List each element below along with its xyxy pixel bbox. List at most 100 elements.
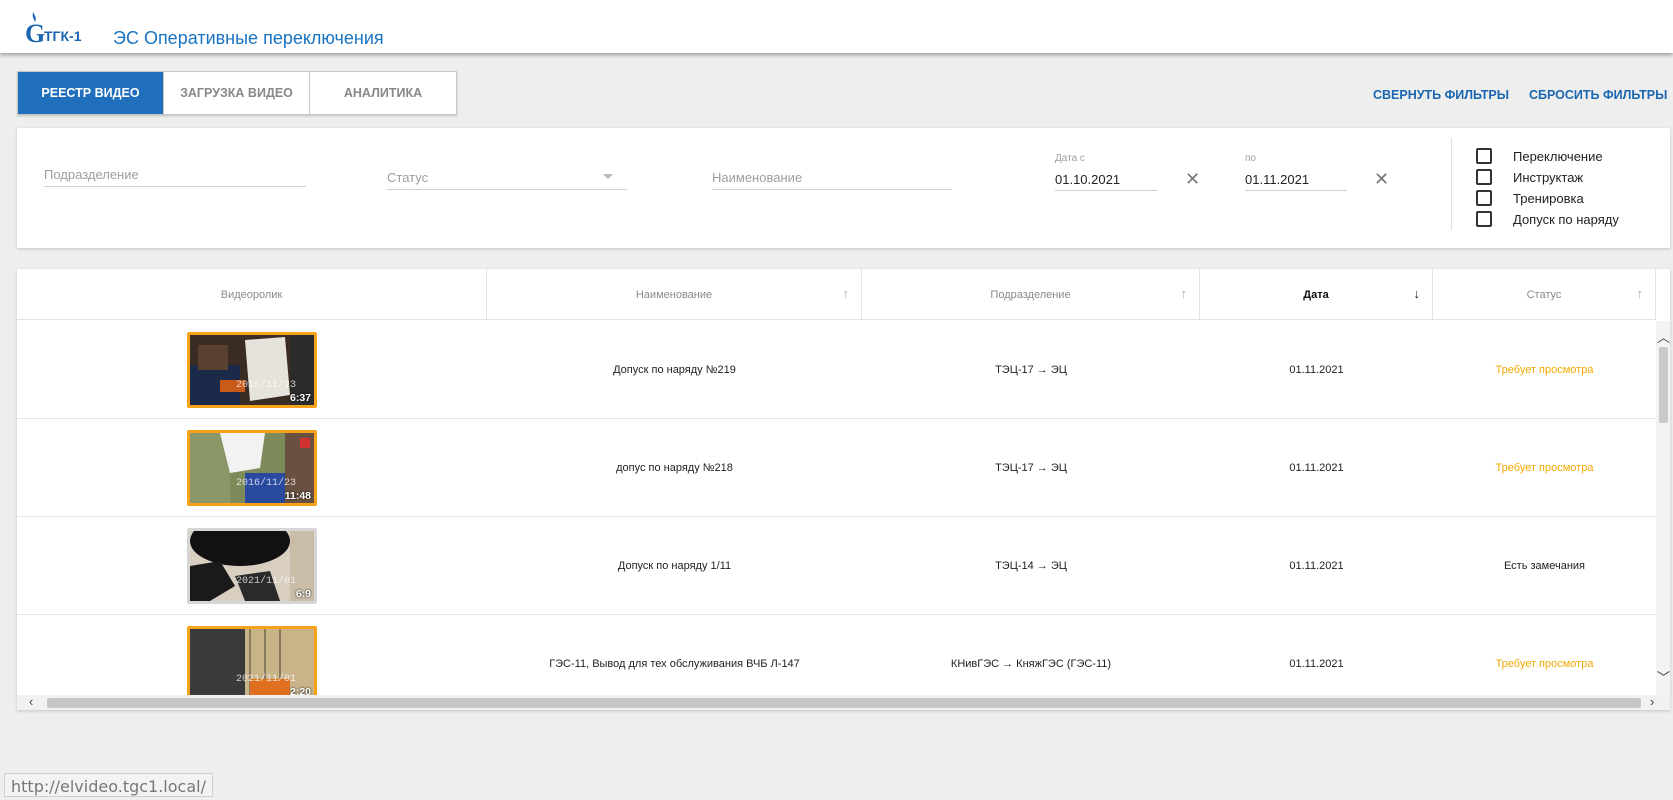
table-row[interactable]: 2021/11/01 2:20 ГЭС-11, Вывод для тех об… (17, 615, 1656, 695)
main-tabs: РЕЕСТР ВИДЕО ЗАГРУЗКА ВИДЕО АНАЛИТИКА (17, 71, 457, 115)
vertical-scrollbar[interactable]: ︿ ﹀ (1656, 321, 1670, 695)
date-to-field[interactable]: 01.11.2021 (1245, 167, 1347, 191)
scroll-right-icon[interactable]: › (1650, 695, 1654, 708)
table-header: Видеоролик Наименование ↑ Подразделение … (17, 269, 1656, 320)
video-timestamp: 2016/11/23 (235, 477, 296, 489)
column-header-subdivision[interactable]: Подразделение ↑ (862, 269, 1200, 320)
svg-text:ТГК-1: ТГК-1 (44, 28, 82, 44)
horizontal-scrollbar[interactable]: ‹ › (17, 695, 1670, 710)
checkbox[interactable] (1476, 211, 1492, 227)
scroll-up-icon[interactable]: ︿ (1657, 331, 1670, 344)
column-label: Подразделение (990, 288, 1071, 301)
status-cell: Есть замечания (1503, 559, 1586, 572)
column-header-date[interactable]: Дата ↓ (1200, 269, 1433, 320)
table-row[interactable]: 2016/11/23 6:37 Допуск по наряду №219 ТЭ… (17, 321, 1656, 419)
scroll-down-icon[interactable]: ﹀ (1657, 671, 1670, 684)
status-cell: Требует просмотра (1495, 461, 1594, 474)
tab-analytics[interactable]: АНАЛИТИКА (310, 72, 456, 114)
checkbox-label: Тренировка (1513, 190, 1584, 206)
video-cell: 2016/11/23 6:37 (17, 321, 487, 418)
video-timestamp: 2021/11/01 (235, 673, 296, 685)
clear-date-to-icon[interactable]: ✕ (1374, 170, 1389, 188)
date-to-label: по (1245, 153, 1256, 164)
video-thumbnail[interactable]: 2016/11/23 11:48 (187, 429, 317, 506)
name-filter[interactable]: Наименование (712, 166, 952, 190)
svg-text:G: G (25, 19, 45, 46)
date-from-label: Дата с (1055, 153, 1085, 164)
arrow-up-icon: ↑ (842, 286, 850, 301)
arrow-up-icon: ↑ (1636, 286, 1644, 301)
status-placeholder: Статус (387, 170, 429, 185)
date-cell: 01.11.2021 (1289, 657, 1344, 670)
subdivision-cell: ТЭЦ-14 → ЭЦ (995, 559, 1067, 572)
collapse-filters-button[interactable]: СВЕРНУТЬ ФИЛЬТРЫ (1373, 88, 1509, 102)
video-cell: 2021/11/01 2:20 (17, 615, 487, 695)
column-header-status[interactable]: Статус ↑ (1433, 269, 1656, 320)
chevron-down-icon (603, 174, 613, 179)
app-header: G ТГК-1 ЭС Оперативные переключения (0, 0, 1673, 53)
video-duration: 6:9 (295, 587, 311, 600)
checkbox-label: Переключение (1513, 148, 1603, 164)
video-timestamp: 2021/11/01 (235, 575, 296, 587)
subdivision-filter[interactable]: Подразделение (44, 163, 306, 187)
column-header-name[interactable]: Наименование ↑ (487, 269, 862, 320)
arrow-up-icon: ↑ (1180, 286, 1188, 301)
arrow-down-icon: ↓ (1413, 286, 1421, 301)
date-cell: 01.11.2021 (1289, 363, 1344, 376)
clear-date-from-icon[interactable]: ✕ (1185, 170, 1200, 188)
video-table: Видеоролик Наименование ↑ Подразделение … (17, 269, 1670, 710)
filter-panel: Подразделение Статус Наименование Дата с… (17, 128, 1670, 248)
type-filter-work-permit[interactable]: Допуск по наряду (1476, 211, 1619, 227)
filter-divider (1451, 138, 1452, 230)
scrollbar-thumb[interactable] (47, 698, 1641, 708)
table-body: 2016/11/23 6:37 Допуск по наряду №219 ТЭ… (17, 321, 1656, 695)
video-cell: 2021/11/01 6:9 (17, 517, 487, 614)
column-label: Статус (1526, 288, 1562, 301)
column-label: Видеоролик (220, 288, 283, 301)
status-cell: Требует просмотра (1495, 657, 1594, 670)
date-cell: 01.11.2021 (1289, 461, 1344, 474)
video-thumbnail[interactable]: 2016/11/23 6:37 (187, 331, 317, 408)
video-duration: 11:48 (284, 489, 311, 502)
video-duration: 6:37 (289, 391, 311, 404)
company-logo[interactable]: G ТГК-1 (24, 10, 84, 46)
app-title: ЭС Оперативные переключения (113, 28, 384, 48)
table-row[interactable]: 2016/11/23 11:48 допус по наряду №218 ТЭ… (17, 419, 1656, 517)
table-row[interactable]: 2021/11/01 6:9 Допуск по наряду 1/11 ТЭЦ… (17, 517, 1656, 615)
date-to-value: 01.11.2021 (1245, 172, 1310, 187)
date-from-field[interactable]: 01.10.2021 (1055, 167, 1157, 191)
type-filter-switching[interactable]: Переключение (1476, 148, 1603, 164)
type-filter-training[interactable]: Тренировка (1476, 190, 1584, 206)
tab-video-upload[interactable]: ЗАГРУЗКА ВИДЕО (164, 72, 310, 114)
checkbox[interactable] (1476, 190, 1492, 206)
video-thumbnail[interactable]: 2021/11/01 6:9 (187, 527, 317, 604)
type-filter-briefing[interactable]: Инструктаж (1476, 169, 1583, 185)
date-from-value: 01.10.2021 (1055, 172, 1121, 187)
status-cell: Требует просмотра (1495, 363, 1594, 376)
name-cell: Допуск по наряду 1/11 (617, 559, 732, 572)
subdivision-cell: КНивГЭС → КняжГЭС (ГЭС-11) (950, 657, 1112, 670)
video-duration: 2:20 (289, 685, 311, 696)
status-bar-url: http://elvideo.tgc1.local/ (4, 773, 213, 797)
reset-filters-button[interactable]: СБРОСИТЬ ФИЛЬТРЫ (1529, 88, 1667, 102)
video-thumbnail[interactable]: 2021/11/01 2:20 (187, 625, 317, 696)
video-cell: 2016/11/23 11:48 (17, 419, 487, 516)
status-filter[interactable]: Статус (387, 166, 627, 190)
name-cell: Допуск по наряду №219 (613, 363, 736, 376)
tab-video-registry[interactable]: РЕЕСТР ВИДЕО (18, 72, 164, 114)
checkbox-label: Инструктаж (1513, 169, 1584, 185)
name-placeholder: Наименование (712, 170, 803, 185)
name-cell: допус по наряду №218 (616, 461, 733, 474)
column-header-video[interactable]: Видеоролик (17, 269, 487, 320)
checkbox-label: Допуск по наряду (1513, 211, 1619, 227)
name-cell: ГЭС-11, Вывод для тех обслуживания ВЧБ Л… (549, 657, 800, 670)
subdivision-cell: ТЭЦ-17 → ЭЦ (995, 363, 1067, 376)
subdivision-cell: ТЭЦ-17 → ЭЦ (995, 461, 1067, 474)
scrollbar-thumb[interactable] (1659, 347, 1668, 423)
checkbox[interactable] (1476, 169, 1492, 185)
column-label: Дата (1303, 288, 1329, 301)
video-timestamp: 2016/11/23 (235, 379, 296, 391)
checkbox[interactable] (1476, 148, 1492, 164)
date-cell: 01.11.2021 (1289, 559, 1344, 572)
scroll-left-icon[interactable]: ‹ (29, 695, 33, 708)
